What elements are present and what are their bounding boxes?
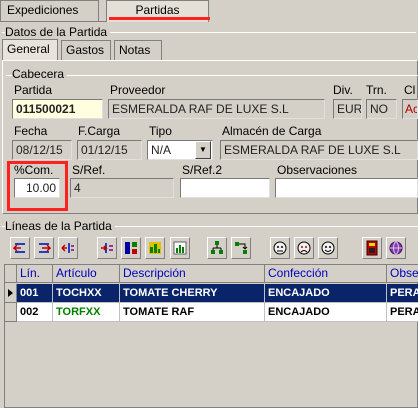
cl-field[interactable]: Ac	[402, 99, 418, 119]
subtab-gastos-label: Gastos	[66, 43, 105, 57]
chart-icon	[149, 242, 161, 254]
move-right-button[interactable]	[34, 237, 54, 259]
group-icon	[211, 241, 223, 254]
cabecera-group-line	[6, 75, 418, 76]
lineas-title: Líneas de la Partida	[5, 219, 115, 233]
almacen-label: Almacén de Carga	[222, 124, 322, 138]
trn-label: Trn.	[366, 83, 387, 97]
insert-left-button[interactable]	[58, 237, 78, 259]
face-b-icon	[297, 241, 311, 255]
cl-label: Cl	[404, 83, 416, 97]
div-field[interactable]: EUR	[333, 99, 362, 119]
col-header-confeccion[interactable]: Confección	[265, 265, 387, 283]
fecha-label: Fecha	[14, 124, 48, 138]
face-a-icon	[273, 241, 287, 255]
observaciones-field[interactable]	[275, 178, 418, 198]
cell-lin[interactable]: 001	[17, 284, 53, 303]
sref2-label: S/Ref.2	[182, 163, 223, 177]
tab-partidas-label: Partidas	[135, 3, 180, 17]
subtab-general-label: General	[7, 42, 50, 56]
partida-field[interactable]: 011500021	[12, 99, 103, 119]
col-header-descripcion[interactable]: Descripción	[120, 265, 265, 283]
lineas-grid: Lín. Artículo Descripción Confección Obs…	[4, 264, 418, 408]
reorder-button[interactable]	[231, 237, 251, 259]
cell-observaciones[interactable]: PERA	[387, 303, 418, 322]
calculator-icon	[366, 240, 378, 256]
col-header-observaciones[interactable]: Obse	[387, 265, 418, 283]
subtab-gastos[interactable]: Gastos	[61, 40, 111, 60]
move-left-button[interactable]	[10, 237, 30, 259]
cell-articulo[interactable]: TOCHXX	[53, 284, 120, 303]
chevron-down-icon[interactable]: ▼	[195, 141, 211, 159]
fcarga-field[interactable]: 01/12/15	[77, 140, 142, 160]
insert-right-icon	[101, 243, 113, 253]
globe-icon	[389, 241, 403, 255]
fecha-field[interactable]: 08/12/15	[12, 140, 72, 160]
stats-button[interactable]	[170, 237, 190, 259]
face-a-button[interactable]	[270, 237, 290, 259]
cell-observaciones[interactable]: PERA	[387, 284, 418, 303]
tab-expediciones[interactable]: Expediciones	[0, 0, 99, 22]
sref2-field[interactable]	[180, 178, 270, 198]
insert-right-button[interactable]	[97, 237, 117, 259]
subtab-notas[interactable]: Notas	[114, 40, 162, 60]
row-indicator	[5, 303, 17, 322]
face-c-button[interactable]	[318, 237, 338, 259]
table-row[interactable]: 002 TORFXX TOMATE RAF ENCAJADO PERA	[5, 303, 418, 322]
tab-strip-line	[0, 21, 106, 22]
trn-field[interactable]: NO	[366, 99, 397, 119]
partida-label: Partida	[14, 83, 53, 97]
insert-left-icon	[61, 243, 74, 253]
sref-label: S/Ref.	[72, 163, 106, 177]
cell-confeccion[interactable]: ENCAJADO	[265, 284, 387, 303]
cell-descripcion[interactable]: TOMATE RAF	[120, 303, 265, 322]
face-b-button[interactable]	[294, 237, 314, 259]
col-header-lin[interactable]: Lín.	[17, 265, 53, 283]
cell-articulo[interactable]: TORFXX	[53, 303, 120, 322]
cell-descripcion[interactable]: TOMATE CHERRY	[120, 284, 265, 303]
tipo-label: Tipo	[149, 124, 172, 138]
split-button[interactable]	[121, 237, 141, 259]
reorder-icon	[235, 242, 248, 254]
observaciones-label: Observaciones	[277, 163, 358, 177]
subtab-general[interactable]: General	[2, 39, 58, 60]
calculator-button[interactable]	[362, 237, 382, 259]
chart-button[interactable]	[145, 237, 165, 259]
grid-corner	[5, 265, 17, 283]
cell-confeccion[interactable]: ENCAJADO	[265, 303, 387, 322]
div-label: Div.	[333, 83, 353, 97]
split-icon	[125, 242, 137, 254]
highlight-underline	[109, 17, 210, 20]
col-header-articulo[interactable]: Artículo	[53, 265, 120, 283]
move-left-icon	[13, 243, 25, 253]
highlight-box	[7, 161, 68, 211]
table-row[interactable]: 001 TOCHXX TOMATE CHERRY ENCAJADO PERA	[5, 284, 418, 303]
row-indicator-arrow-icon	[5, 284, 17, 303]
stats-icon	[173, 241, 187, 255]
fcarga-label: F.Carga	[78, 124, 121, 138]
tab-expediciones-label: Expediciones	[7, 3, 79, 17]
tipo-select-value: N/A	[151, 143, 172, 157]
sref-field[interactable]: 4	[70, 178, 174, 198]
globe-button[interactable]	[386, 237, 406, 259]
almacen-field[interactable]: ESMERALDA RAF DE LUXE S.L	[220, 140, 418, 160]
cell-lin[interactable]: 002	[17, 303, 53, 322]
cabecera-title: Cabecera	[12, 67, 68, 81]
face-c-icon	[321, 241, 335, 255]
subtab-notas-label: Notas	[119, 43, 151, 57]
move-right-icon	[39, 243, 51, 253]
proveedor-label: Proveedor	[110, 83, 166, 97]
proveedor-field[interactable]: ESMERALDA RAF DE LUXE S.L	[108, 99, 325, 119]
datos-section-title: Datos de la Partida	[5, 25, 111, 39]
group-button[interactable]	[207, 237, 227, 259]
